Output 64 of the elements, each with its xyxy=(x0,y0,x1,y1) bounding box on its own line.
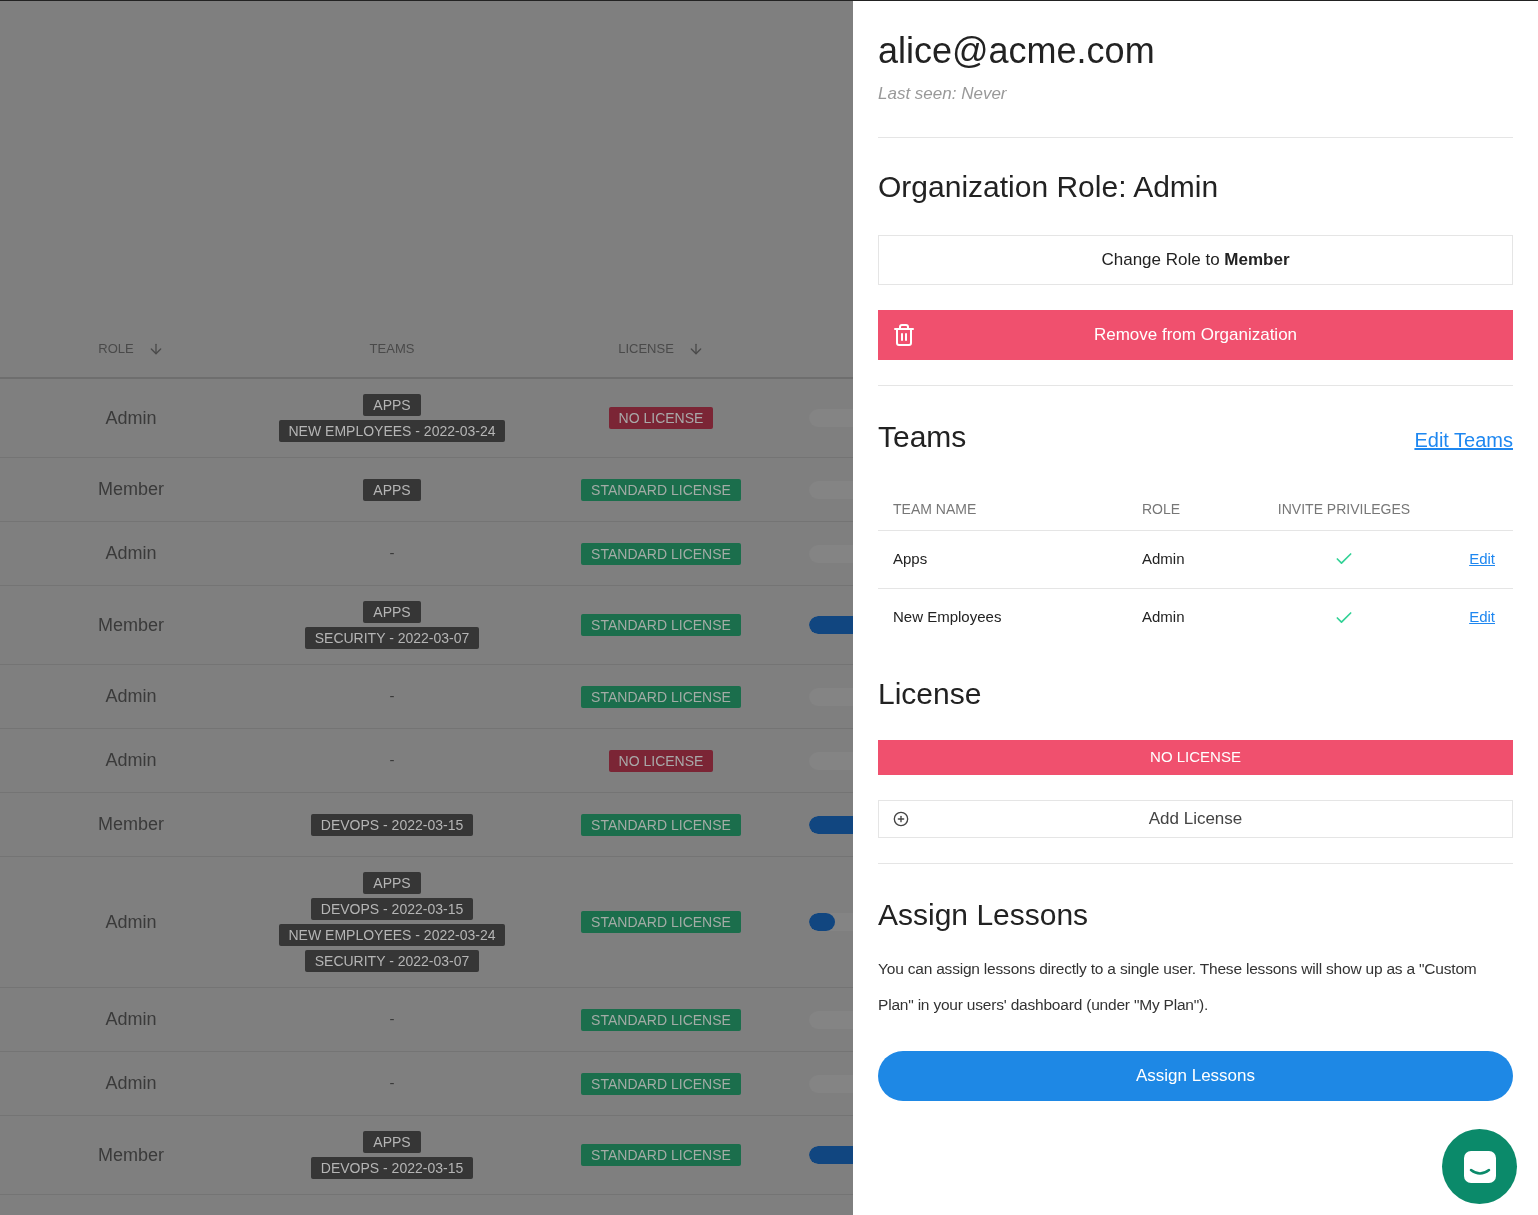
license-badge: STANDARD LICENSE xyxy=(581,1072,741,1095)
user-email: alice@acme.com xyxy=(878,29,1156,73)
team-role: Admin xyxy=(1141,607,1186,628)
role-text: Admin xyxy=(105,910,157,934)
empty-teams-text: - xyxy=(389,750,395,771)
team-name: New Employees xyxy=(892,607,1003,628)
team-badge: DEVOPS - 2022-03-15 xyxy=(310,1157,474,1179)
trash-icon xyxy=(892,322,916,347)
empty-teams-text: - xyxy=(389,686,395,707)
license-badge: STANDARD LICENSE xyxy=(581,685,741,708)
edit-teams-link[interactable]: Edit Teams xyxy=(1414,424,1513,455)
teams-heading: Teams xyxy=(878,418,967,455)
license-badge: NO LICENSE xyxy=(608,749,714,772)
empty-teams-text: - xyxy=(389,1009,395,1030)
role-text: Admin xyxy=(105,406,157,430)
role-text: Admin xyxy=(105,1072,157,1095)
empty-teams-text: - xyxy=(389,1073,395,1094)
license-status-bar: NO LICENSE xyxy=(878,739,1513,775)
team-badge: DEVOPS - 2022-03-15 xyxy=(310,813,474,836)
team-badge: APPS xyxy=(363,1131,421,1153)
column-header: ROLE xyxy=(1141,499,1182,519)
last-seen-text: Last seen: Never xyxy=(878,83,1008,105)
team-badge: SECURITY - 2022-03-07 xyxy=(304,950,480,972)
team-role: Admin xyxy=(1141,548,1186,569)
role-text: Member xyxy=(98,613,164,637)
role-text: Admin xyxy=(105,542,157,565)
role-text: Admin xyxy=(105,749,157,772)
team-badge: APPS xyxy=(363,394,421,416)
role-text: Admin xyxy=(105,1008,157,1031)
lessons-description: You can assign lessons directly to a single user. These lessons will show up as a "Custom Plan" in your users' dashboard (under "My Plan"). xyxy=(878,958,1478,1015)
empty-teams-text: - xyxy=(389,543,395,564)
chat-icon xyxy=(1461,1148,1498,1185)
team-badge: APPS xyxy=(363,601,421,623)
license-badge: STANDARD LICENSE xyxy=(581,813,741,836)
remove-button[interactable]: Remove from Organization xyxy=(878,309,1513,360)
team-badge: APPS xyxy=(363,872,421,894)
role-heading: Organization Role: Admin xyxy=(878,168,1220,205)
team-badge: NEW EMPLOYEES - 2022-03-24 xyxy=(278,924,506,946)
role-text: Admin xyxy=(105,685,157,708)
license-badge: STANDARD LICENSE xyxy=(581,542,741,565)
add-license-button[interactable]: Add License xyxy=(878,799,1513,838)
assign-lessons-button[interactable]: Assign Lessons xyxy=(878,1050,1513,1101)
license-badge: STANDARD LICENSE xyxy=(581,1008,741,1031)
team-badge: SECURITY - 2022-03-07 xyxy=(304,627,480,649)
plus-circle-icon xyxy=(893,810,909,827)
edit-link[interactable]: Edit xyxy=(1469,547,1495,571)
team-badge: DEVOPS - 2022-03-15 xyxy=(310,898,474,920)
column-header: TEAM NAME xyxy=(892,499,978,519)
license-badge: STANDARD LICENSE xyxy=(581,478,741,501)
role-text: Member xyxy=(98,478,164,501)
license-badge: STANDARD LICENSE xyxy=(581,614,741,636)
license-heading: License xyxy=(878,675,983,712)
license-badge: STANDARD LICENSE xyxy=(581,1144,741,1166)
team-name: Apps xyxy=(892,548,929,569)
role-text: Member xyxy=(98,1143,164,1167)
change-role-button[interactable]: Change Role to Member xyxy=(878,234,1513,285)
column-header: INVITE PRIVILEGES xyxy=(1276,499,1412,519)
license-badge: NO LICENSE xyxy=(608,407,714,429)
team-badge: NEW EMPLOYEES - 2022-03-24 xyxy=(278,420,506,442)
lessons-heading: Assign Lessons xyxy=(878,896,1090,933)
team-badge: APPS xyxy=(363,478,421,501)
role-text: Member xyxy=(98,813,164,836)
license-badge: STANDARD LICENSE xyxy=(581,911,741,933)
edit-link[interactable]: Edit xyxy=(1469,606,1495,629)
